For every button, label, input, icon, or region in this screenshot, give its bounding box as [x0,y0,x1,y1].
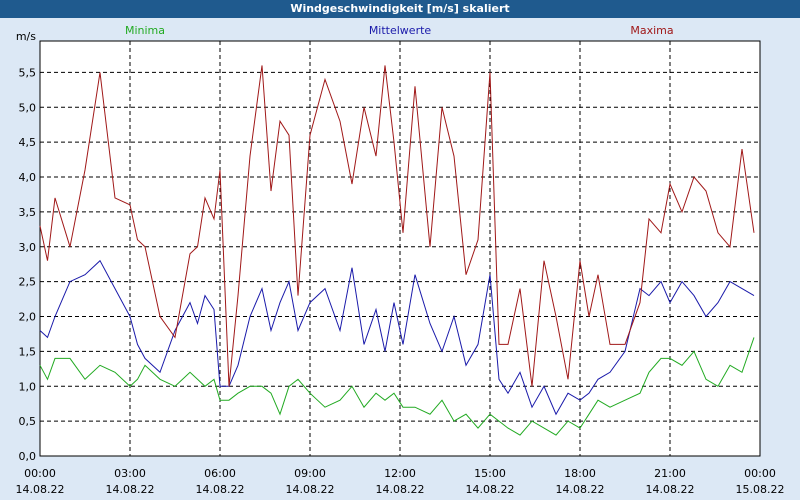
x-tick-date: 14.08.22 [466,483,515,496]
chart-area: m/s Minima Mittelwerte Maxima 0,0 0,5 1,0 1… [16,24,785,496]
x-tick-date: 14.08.22 [106,483,155,496]
x-tick-time: 18:00 [564,467,596,480]
y-tick-labels: 0,0 0,5 1,0 1,5 2,0 2,5 3,0 3,5 4,0 4,5 5,0 5,5 [19,66,37,463]
x-tick-time: 06:00 [204,467,236,480]
x-tick-time: 12:00 [384,467,416,480]
x-tick-date: 14.08.22 [646,483,695,496]
y-tick-label: 0,5 [19,415,37,428]
y-tick-label: 3,0 [19,241,37,254]
x-tick-time: 09:00 [294,467,326,480]
y-tick-label: 4,5 [19,136,37,149]
x-tick-time: 15:00 [474,467,506,480]
y-tick-label: 4,0 [19,171,37,184]
x-tick-date: 14.08.22 [16,483,65,496]
x-tick-date: 14.08.22 [556,483,605,496]
x-tick-time: 00:00 [24,467,56,480]
x-tick-date: 15.08.22 [736,483,785,496]
x-tick-date: 14.08.22 [286,483,335,496]
y-tick-label: 0,0 [19,450,37,463]
legend-minima: Minima [125,24,165,37]
y-tick-label: 2,5 [19,276,37,289]
x-tick-date: 14.08.22 [196,483,245,496]
y-axis-label: m/s [16,30,36,43]
y-tick-label: 1,5 [19,345,37,358]
x-tick-time: 21:00 [654,467,686,480]
y-tick-label: 3,5 [19,206,37,219]
legend-mittelwerte: Mittelwerte [369,24,432,37]
x-tick-labels: 00:00 14.08.22 03:00 14.08.22 06:00 14.08.22 0… [16,467,785,496]
y-tick-label: 2,0 [19,311,37,324]
window-title: Windgeschwindigkeit [m/s] skaliert [0,0,800,18]
y-tick-label: 5,0 [19,101,37,114]
x-tick-date: 14.08.22 [376,483,425,496]
y-tick-label: 5,5 [19,66,37,79]
legend-maxima: Maxima [630,24,673,37]
y-tick-label: 1,0 [19,380,37,393]
x-tick-time: 03:00 [114,467,146,480]
x-tick-time: 00:00 [744,467,776,480]
